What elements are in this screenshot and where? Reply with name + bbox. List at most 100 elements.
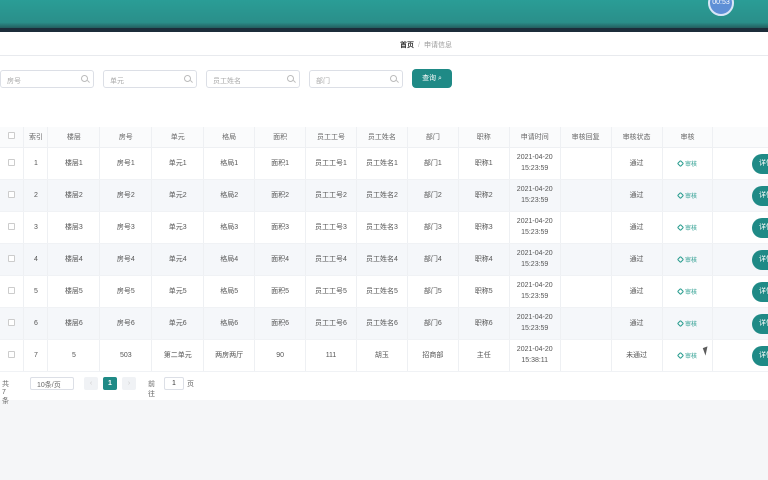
pagination-total: 共 7 条: [2, 381, 9, 405]
page-size-select[interactable]: 10条/页: [30, 377, 74, 390]
table-row: 1 楼层1 房号1 单元1 格局1 面积1 员工工号1 员工姓名1 部门1 职称1 2021-04-…: [0, 147, 768, 180]
cell-layout: 两房两厅: [203, 339, 256, 372]
top-header: 00:53: [0, 0, 768, 32]
cell-idx: 2: [23, 179, 49, 212]
detail-button[interactable]: 详情: [752, 186, 768, 206]
row-select-cell[interactable]: [0, 339, 25, 372]
search-icon: [184, 75, 191, 82]
cell-apply-time: 2021-04-20 15:23:59: [509, 307, 561, 340]
cell-status: 通过: [611, 211, 663, 244]
row-checkbox[interactable]: [8, 158, 16, 166]
cell-floor: 楼层1: [47, 147, 101, 180]
row-select-cell[interactable]: [0, 275, 25, 308]
actions-header: [712, 127, 768, 148]
row-select-cell[interactable]: [0, 211, 25, 244]
room-search-input[interactable]: 房号: [0, 70, 94, 88]
row-select-cell[interactable]: [0, 243, 25, 276]
row-checkbox[interactable]: [8, 318, 16, 326]
employee-name-placeholder: 员工姓名: [213, 78, 241, 85]
edit-icon: [676, 256, 685, 264]
breadcrumb-bar: 首页 / 申请信息: [0, 32, 768, 56]
row-checkbox[interactable]: [8, 222, 16, 230]
detail-button[interactable]: 详情: [752, 218, 768, 238]
unit-search-input[interactable]: 单元: [103, 70, 197, 88]
column-header: 审核状态: [611, 127, 663, 148]
cell-idx: 4: [23, 243, 49, 276]
cell-name: 员工姓名4: [356, 243, 408, 276]
cell-status: 未通过: [611, 339, 663, 372]
row-select-cell[interactable]: [0, 179, 25, 212]
cell-idx: 3: [23, 211, 49, 244]
row-checkbox[interactable]: [8, 190, 16, 198]
prev-page-button[interactable]: ‹: [84, 377, 98, 390]
table-row: 6 楼层6 房号6 单元6 格局6 面积6 员工工号6 员工姓名6 部门6 职称6 2021-04-…: [0, 307, 768, 340]
cell-dept: 部门1: [407, 147, 459, 180]
cell-empno: 员工工号6: [305, 307, 357, 340]
breadcrumb-current: 申请信息: [423, 42, 452, 49]
goto-page-input[interactable]: 1: [164, 377, 184, 390]
cell-empno: 员工工号4: [305, 243, 357, 276]
cell-floor: 5: [47, 339, 101, 372]
employee-name-search-input[interactable]: 员工姓名: [206, 70, 300, 88]
cell-apply-time: 2021-04-20 15:23:59: [509, 211, 561, 244]
cell-room: 房号1: [99, 147, 153, 180]
cell-apply-time: 2021-04-20 15:38:11: [509, 339, 561, 372]
apply-date: 2021-04-20: [516, 250, 553, 257]
cell-empno: 员工工号5: [305, 275, 357, 308]
column-header: 面积: [254, 127, 307, 148]
audit-label: 审核: [684, 225, 697, 232]
cell-name: 员工姓名5: [356, 275, 408, 308]
avatar[interactable]: 00:53: [708, 0, 734, 16]
audit-link[interactable]: 审核: [676, 320, 697, 328]
department-search-input[interactable]: 部门: [309, 70, 403, 88]
apply-date: 2021-04-20: [516, 282, 553, 289]
detail-button[interactable]: 详情: [752, 154, 768, 174]
select-all-header[interactable]: [0, 127, 25, 148]
audit-link[interactable]: 审核: [676, 192, 697, 200]
table-row: 5 楼层5 房号5 单元5 格局5 面积5 员工工号5 员工姓名5 部门5 职称5 2021-04-…: [0, 275, 768, 308]
audit-link[interactable]: 审核: [676, 352, 697, 360]
audit-link[interactable]: 审核: [676, 256, 697, 264]
cell-room: 房号2: [99, 179, 153, 212]
detail-button[interactable]: 详情: [752, 282, 768, 302]
column-header: 索引: [23, 127, 49, 148]
select-all-checkbox[interactable]: [8, 132, 16, 140]
query-button[interactable]: 查询 ⌕: [412, 69, 452, 88]
apply-time: 15:23:59: [521, 325, 549, 332]
page-number-current[interactable]: 1: [103, 377, 117, 390]
search-icon: [390, 75, 397, 82]
detail-button[interactable]: 详情: [752, 250, 768, 270]
page-size-value: 10条/页: [37, 382, 61, 389]
apply-time: 15:23:59: [521, 261, 549, 268]
table-row: 2 楼层2 房号2 单元2 格局2 面积2 员工工号2 员工姓名2 部门2 职称2 2021-04-…: [0, 179, 768, 212]
table-row: 3 楼层3 房号3 单元3 格局3 面积3 员工工号3 员工姓名3 部门3 职称3 2021-04-…: [0, 211, 768, 244]
row-checkbox[interactable]: [8, 254, 16, 262]
cell-area: 面积1: [254, 147, 307, 180]
column-header: 审核回复: [560, 127, 612, 148]
row-select-cell[interactable]: [0, 307, 25, 340]
audit-link[interactable]: 审核: [676, 288, 697, 296]
cell-empno: 111: [305, 339, 357, 372]
apply-time: 15:23:59: [521, 165, 549, 172]
cell-dept: 部门6: [407, 307, 459, 340]
cell-apply-time: 2021-04-20 15:23:59: [509, 243, 561, 276]
query-label: 查询: [422, 75, 437, 82]
apply-date: 2021-04-20: [516, 154, 553, 161]
audit-link[interactable]: 审核: [676, 160, 697, 168]
next-page-button[interactable]: ›: [122, 377, 136, 390]
row-checkbox[interactable]: [8, 350, 16, 358]
cell-audit: 审核: [662, 275, 714, 308]
audit-link[interactable]: 审核: [676, 224, 697, 232]
cell-dept: 部门3: [407, 211, 459, 244]
detail-button[interactable]: 详情: [752, 346, 768, 366]
cell-room: 房号5: [99, 275, 153, 308]
breadcrumb-home[interactable]: 首页: [400, 42, 414, 49]
row-select-cell[interactable]: [0, 147, 25, 180]
cell-empno: 员工工号3: [305, 211, 357, 244]
apply-date: 2021-04-20: [516, 314, 553, 321]
detail-button[interactable]: 详情: [752, 314, 768, 334]
row-checkbox[interactable]: [8, 286, 16, 294]
edit-icon: [676, 320, 685, 328]
search-icon: ⌕: [438, 75, 442, 82]
cell-status: 通过: [611, 275, 663, 308]
